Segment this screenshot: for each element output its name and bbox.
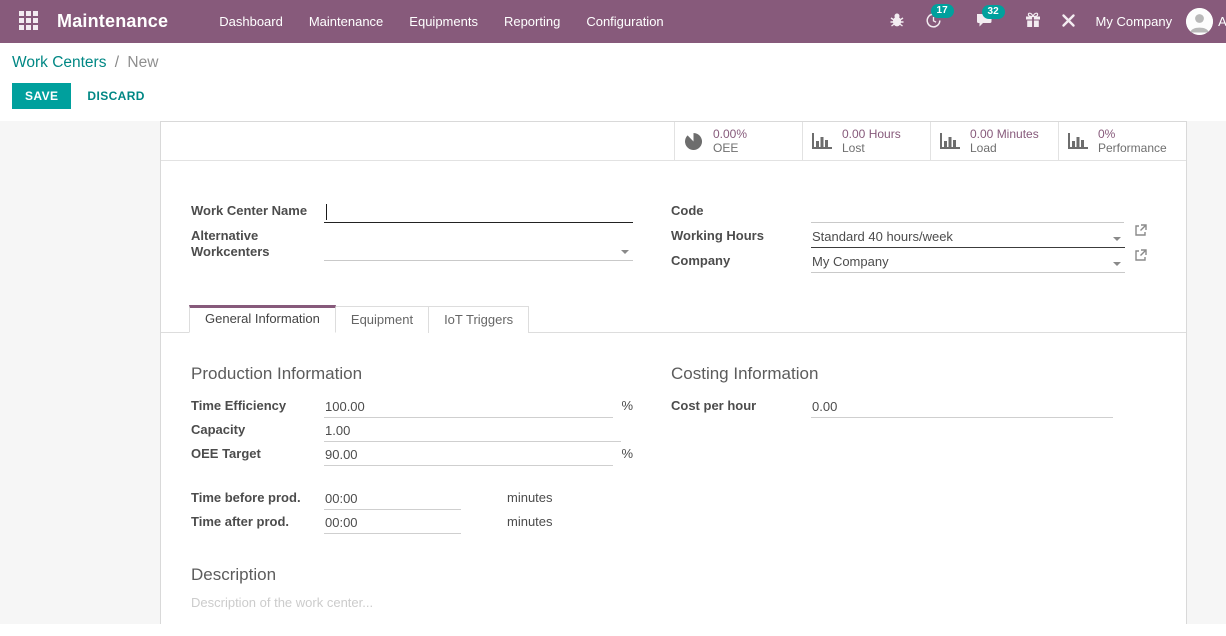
- costing-information-title: Costing Information: [671, 364, 1147, 384]
- external-link-icon[interactable]: [1134, 224, 1147, 245]
- top-navbar: Maintenance Dashboard Maintenance Equipm…: [0, 0, 1226, 43]
- notebook-tabs: General Information Equipment IoT Trigge…: [161, 305, 1186, 333]
- time-before-prod-input[interactable]: 00:00: [324, 488, 461, 510]
- stat-value: 0.00 Hours: [842, 127, 901, 141]
- control-panel: Work Centers / New SAVE DISCARD: [0, 43, 1226, 121]
- nav-item-reporting[interactable]: Reporting: [491, 1, 573, 42]
- debug-bug-button[interactable]: [879, 6, 915, 37]
- discard-button[interactable]: DISCARD: [75, 84, 156, 108]
- work-center-name-label: Work Center Name: [191, 199, 324, 223]
- alternative-workcenters-label: Alternative Workcenters: [191, 224, 324, 261]
- messages-count-badge: 32: [982, 5, 1005, 19]
- minutes-suffix: minutes: [507, 514, 553, 534]
- percent-suffix: %: [621, 398, 633, 418]
- messages-button[interactable]: 32: [966, 7, 1003, 37]
- announcements-button[interactable]: [1015, 6, 1051, 37]
- breadcrumb: Work Centers / New: [12, 54, 1214, 72]
- stat-value: 0.00 Minutes: [970, 127, 1039, 141]
- code-label: Code: [671, 199, 811, 223]
- production-information-section: Production Information Time Efficiency 1…: [191, 364, 633, 534]
- nav-item-dashboard[interactable]: Dashboard: [206, 1, 296, 42]
- tab-equipment[interactable]: Equipment: [335, 306, 429, 333]
- time-efficiency-label: Time Efficiency: [191, 398, 324, 418]
- company-label: Company: [671, 249, 811, 273]
- bar-chart-icon: [1067, 132, 1089, 151]
- work-center-name-input[interactable]: [324, 201, 633, 223]
- production-information-title: Production Information: [191, 364, 633, 384]
- description-title: Description: [191, 565, 1146, 585]
- oee-stat-button[interactable]: 0.00% OEE: [674, 122, 802, 160]
- working-hours-label: Working Hours: [671, 224, 811, 248]
- percent-suffix: %: [621, 446, 633, 466]
- time-efficiency-input[interactable]: 100.00: [324, 396, 613, 418]
- main-menu: Dashboard Maintenance Equipments Reporti…: [206, 1, 676, 42]
- time-after-prod-label: Time after prod.: [191, 514, 324, 534]
- stat-label: Lost: [842, 141, 901, 155]
- breadcrumb-work-centers-link[interactable]: Work Centers: [12, 54, 106, 71]
- minutes-load-stat-button[interactable]: 0.00 Minutes Load: [930, 122, 1058, 160]
- chevron-down-icon[interactable]: [1113, 262, 1121, 266]
- minutes-suffix: minutes: [507, 490, 553, 510]
- cost-per-hour-label: Cost per hour: [671, 398, 811, 418]
- stat-button-box: 0.00% OEE 0.00 Hours Lost: [161, 122, 1186, 161]
- apps-grid-icon: [19, 11, 38, 33]
- cost-per-hour-input[interactable]: 0.00: [811, 396, 1113, 418]
- activities-button[interactable]: 17: [915, 6, 952, 38]
- hours-lost-stat-button[interactable]: 0.00 Hours Lost: [802, 122, 930, 160]
- alternative-workcenters-input[interactable]: [324, 239, 633, 261]
- breadcrumb-current: New: [127, 54, 158, 71]
- time-before-prod-label: Time before prod.: [191, 490, 324, 510]
- stat-label: OEE: [713, 141, 747, 155]
- working-hours-input[interactable]: [811, 226, 1125, 248]
- user-avatar: [1186, 8, 1213, 35]
- form-view-background: 0.00% OEE 0.00 Hours Lost: [0, 121, 1226, 624]
- tools-cross-icon: [1061, 13, 1076, 31]
- performance-stat-button[interactable]: 0% Performance: [1058, 122, 1186, 160]
- app-title: Maintenance: [57, 11, 168, 32]
- form-sheet: 0.00% OEE 0.00 Hours Lost: [160, 121, 1187, 624]
- company-input[interactable]: [811, 251, 1125, 273]
- apps-menu-button[interactable]: [0, 11, 57, 33]
- description-section: Description Description of the work cent…: [191, 565, 1146, 624]
- company-switcher[interactable]: My Company: [1096, 14, 1173, 29]
- nav-item-maintenance[interactable]: Maintenance: [296, 1, 396, 42]
- user-menu[interactable]: Ad: [1186, 8, 1226, 35]
- bar-chart-icon: [939, 132, 961, 151]
- stat-label: Load: [970, 141, 1039, 155]
- description-textarea[interactable]: Description of the work center...: [191, 595, 1146, 624]
- gift-icon: [1025, 12, 1041, 31]
- stat-label: Performance: [1098, 141, 1167, 155]
- tab-iot-triggers[interactable]: IoT Triggers: [428, 306, 529, 333]
- support-tools-button[interactable]: [1051, 7, 1086, 37]
- time-after-prod-input[interactable]: 00:00: [324, 512, 461, 534]
- oee-target-label: OEE Target: [191, 446, 324, 466]
- code-input[interactable]: [811, 201, 1124, 223]
- text-cursor: [326, 204, 327, 220]
- breadcrumb-separator: /: [115, 54, 119, 71]
- nav-item-equipments[interactable]: Equipments: [396, 1, 491, 42]
- chevron-down-icon[interactable]: [1113, 237, 1121, 241]
- bar-chart-icon: [811, 132, 833, 151]
- capacity-input[interactable]: 1.00: [324, 420, 621, 442]
- costing-information-section: Costing Information Cost per hour 0.00: [671, 364, 1147, 418]
- oee-target-input[interactable]: 90.00: [324, 444, 613, 466]
- tab-general-information[interactable]: General Information: [189, 305, 336, 333]
- user-name: Ad: [1218, 14, 1226, 29]
- bug-icon: [889, 12, 905, 31]
- activities-count-badge: 17: [931, 4, 954, 18]
- stat-value: 0.00%: [713, 127, 747, 141]
- save-button[interactable]: SAVE: [12, 83, 71, 109]
- external-link-icon[interactable]: [1134, 249, 1147, 270]
- pie-chart-icon: [683, 131, 704, 152]
- capacity-label: Capacity: [191, 422, 324, 442]
- nav-item-configuration[interactable]: Configuration: [573, 1, 676, 42]
- stat-value: 0%: [1098, 127, 1167, 141]
- chevron-down-icon[interactable]: [621, 250, 629, 254]
